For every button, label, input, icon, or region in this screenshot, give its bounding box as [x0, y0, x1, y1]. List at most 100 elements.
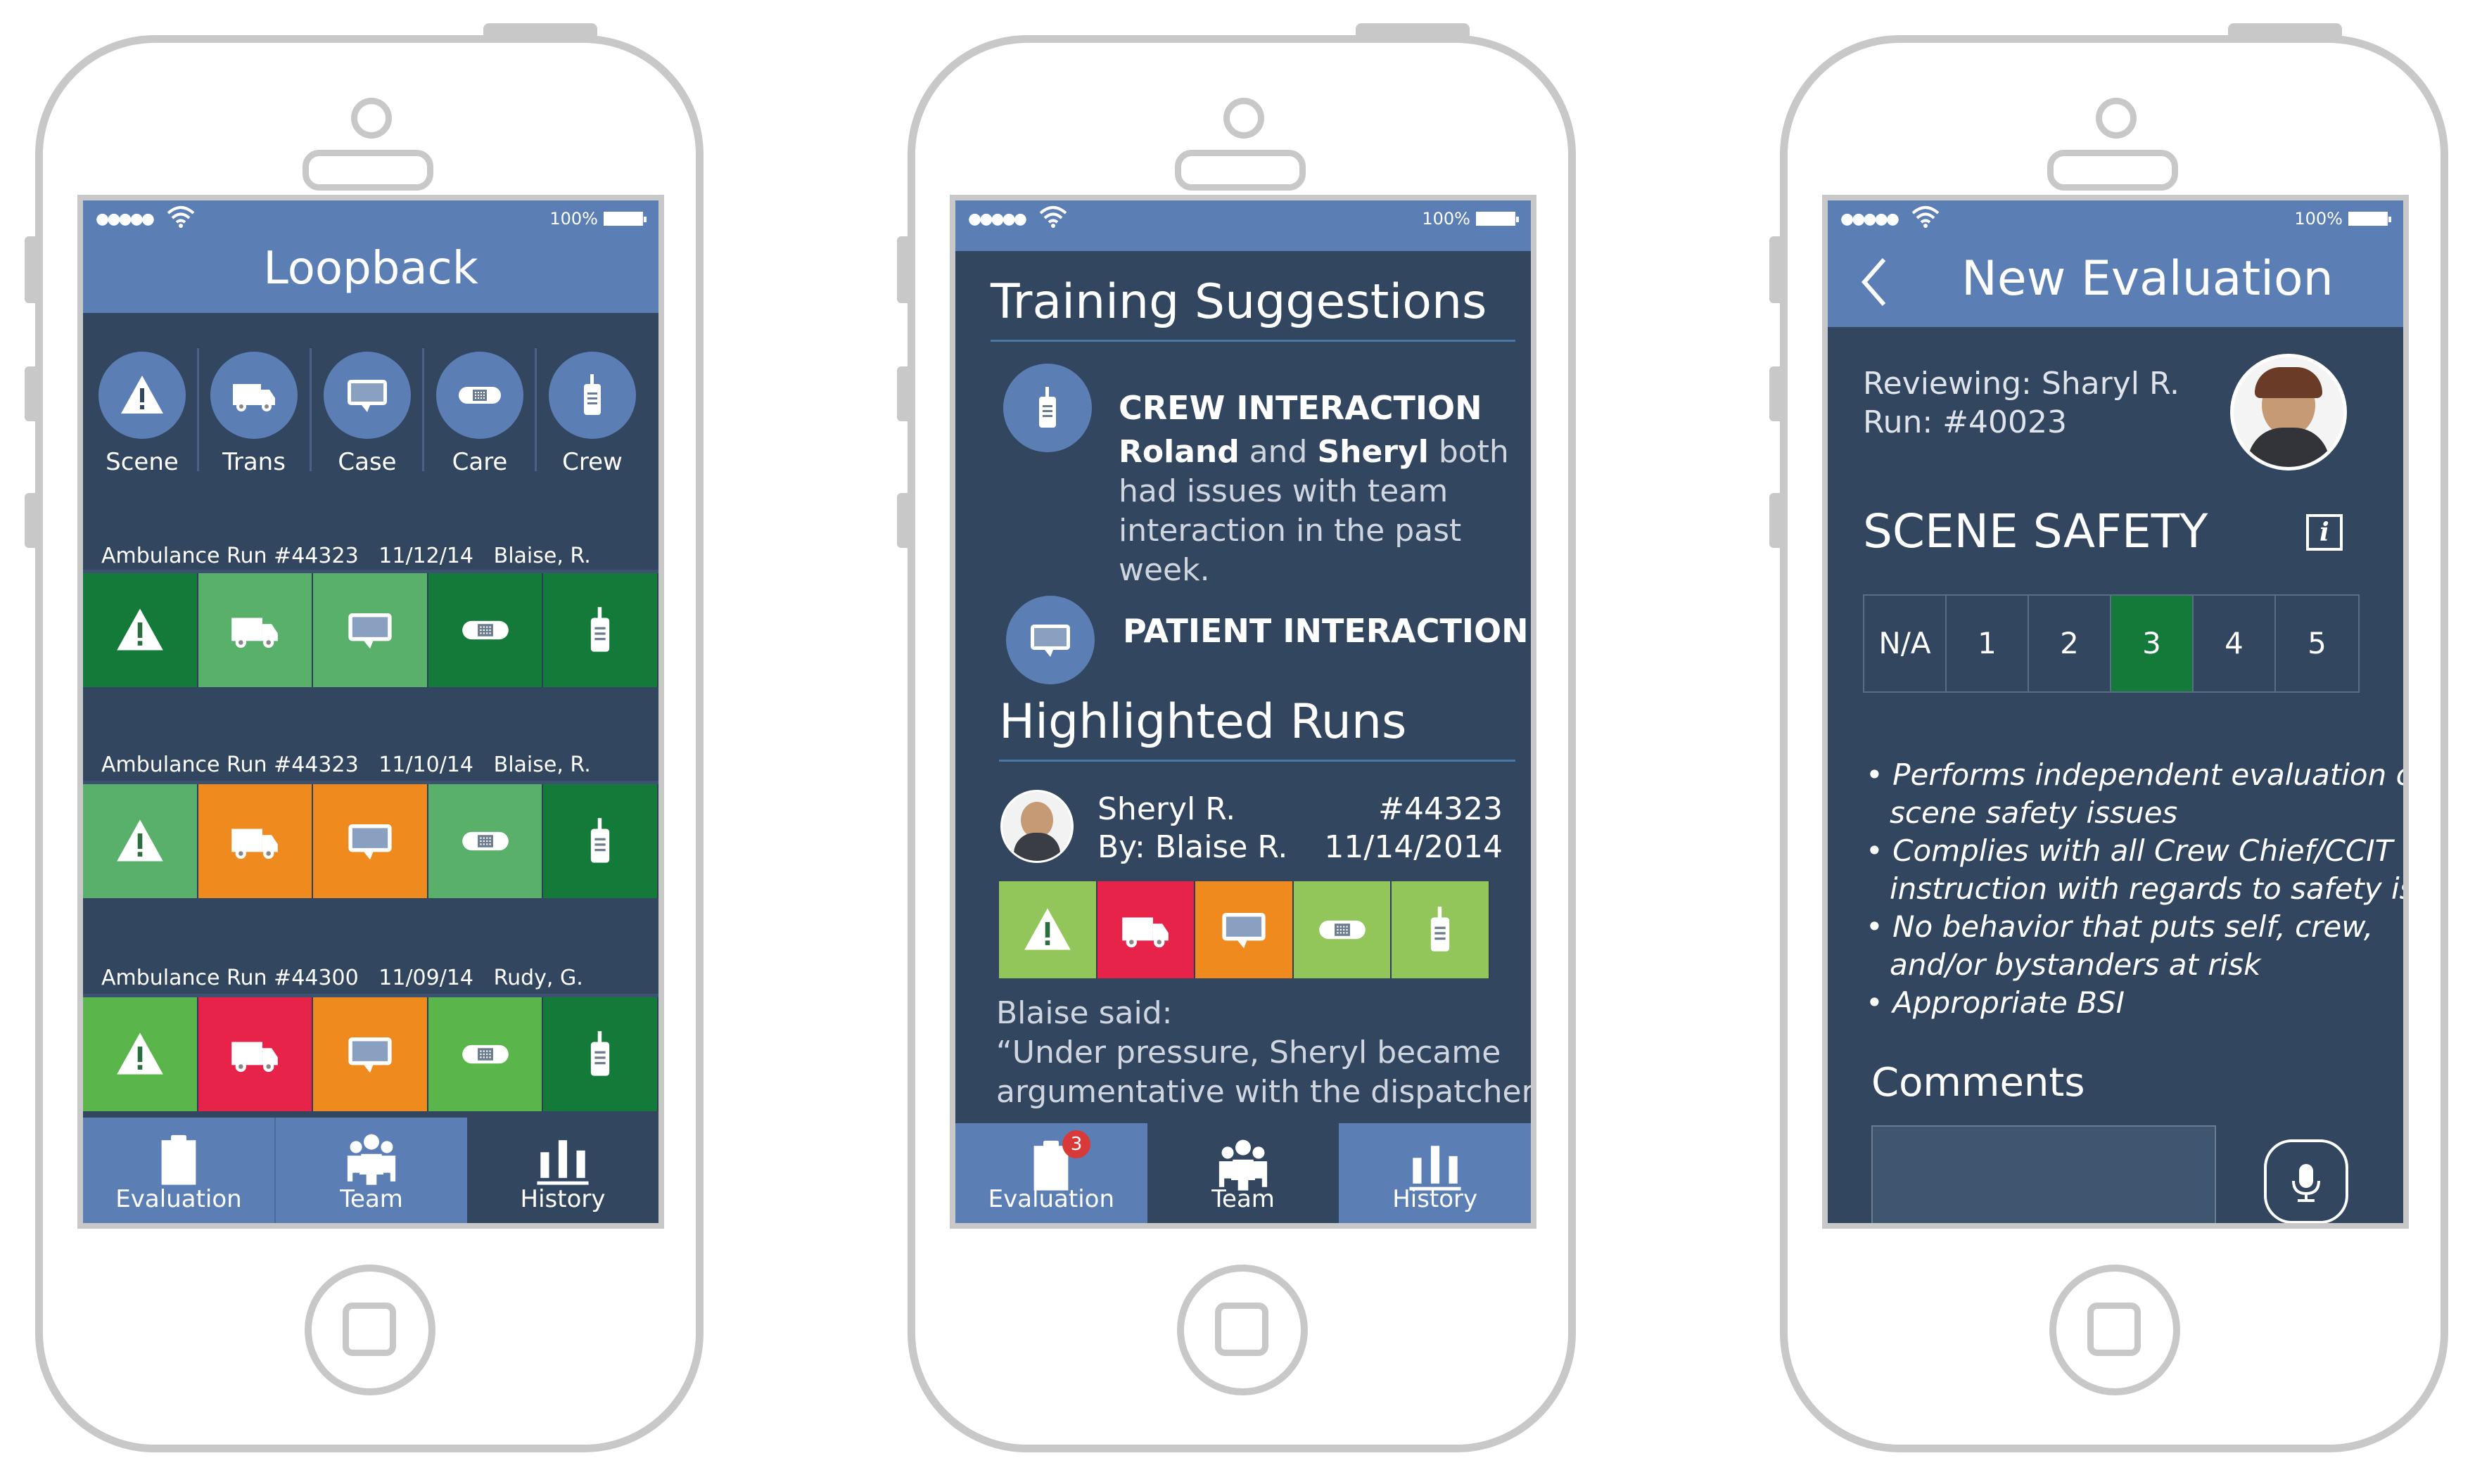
category-case-button[interactable]	[324, 352, 411, 439]
tab-bar: 3 Evaluation Team History	[955, 1123, 1531, 1223]
chevron-left-icon[interactable]	[1860, 257, 1888, 307]
bullet: •	[1866, 757, 1883, 792]
divider	[999, 760, 1515, 762]
score-cell-scene	[83, 784, 198, 898]
screen-loopback: ●●●●● 100% Loopback Scene Trans Case Car…	[77, 195, 664, 1229]
radio-icon	[1025, 385, 1070, 430]
category-trans-button[interactable]	[210, 352, 298, 439]
earpiece-speaker	[303, 150, 433, 191]
tab-bar: Evaluation Team History	[83, 1118, 658, 1223]
run-date: 11/10/14	[378, 753, 474, 777]
volume-down-button	[25, 493, 37, 548]
criteria-line: • No behavior that puts self, crew,	[1866, 909, 2373, 944]
warning-icon	[115, 1030, 165, 1079]
wifi-icon	[166, 205, 196, 229]
volume-up-button	[25, 366, 37, 421]
bar-chart-icon	[1408, 1137, 1463, 1192]
warning-icon	[115, 606, 165, 655]
category-scene-button[interactable]	[98, 352, 186, 439]
category-label: Crew	[562, 448, 623, 476]
score-cell-case	[313, 784, 428, 898]
chat-monitor-icon	[345, 817, 395, 866]
mute-switch	[1769, 236, 1782, 303]
run-header[interactable]: Ambulance Run #44323 11/10/14 Blaise, R.	[101, 753, 591, 777]
criteria-line: scene safety issues	[1890, 795, 2178, 830]
run-score-row[interactable]	[83, 784, 658, 898]
suggestion-icon	[1003, 364, 1092, 452]
avatar	[1000, 790, 1074, 863]
criteria-line: instruction with regards to safety issue…	[1890, 871, 2403, 906]
signal-dots-icon: ●●●●●	[96, 210, 155, 228]
bandage-icon	[461, 606, 510, 655]
comment-text-line: argumentative with the dispatcher	[996, 1074, 1534, 1110]
category-crew-button[interactable]	[549, 352, 636, 439]
tab-team[interactable]: Team	[1147, 1123, 1339, 1223]
rating-option-1[interactable]: 1	[1947, 596, 2029, 691]
criteria-line: • Performs independent evaluation of	[1866, 757, 2403, 792]
info-icon[interactable]: i	[2306, 514, 2343, 551]
microphone-button[interactable]	[2264, 1139, 2348, 1223]
score-cell-trans	[198, 784, 314, 898]
run-date: 11/14/2014	[1324, 829, 1503, 865]
score-cell-scene	[83, 997, 198, 1111]
radio-icon	[575, 1030, 625, 1079]
tab-history[interactable]: History	[467, 1118, 658, 1223]
rating-option-na[interactable]: N/A	[1864, 596, 1947, 691]
run-header[interactable]: Ambulance Run #44323 11/12/14 Blaise, R.	[101, 544, 591, 568]
rating-option-4[interactable]: 4	[2194, 596, 2276, 691]
warning-icon	[115, 817, 165, 866]
run-score-row[interactable]	[83, 997, 658, 1111]
run-date: 11/09/14	[378, 966, 474, 990]
tab-label: Evaluation	[115, 1185, 242, 1213]
category-label: Case	[338, 448, 397, 476]
score-cell-crew	[543, 997, 658, 1111]
run-title: Ambulance Run #44323	[101, 544, 359, 568]
bandage-icon	[461, 1030, 510, 1079]
conjunction: and	[1249, 434, 1308, 470]
comment-author: Blaise said:	[996, 995, 1173, 1031]
score-cell-case	[313, 997, 428, 1111]
bandage-icon	[1318, 905, 1367, 954]
run-score-row[interactable]	[83, 573, 658, 687]
rating-option-2[interactable]: 2	[2029, 596, 2111, 691]
page-title: New Evaluation	[1961, 251, 2334, 307]
status-bar: ●●●●● 100%	[955, 200, 1531, 231]
tab-evaluation[interactable]: Evaluation	[83, 1118, 276, 1223]
run-score-row[interactable]	[999, 881, 1490, 978]
bullet: •	[1866, 985, 1883, 1020]
home-button[interactable]	[1177, 1265, 1308, 1395]
run-header[interactable]: Ambulance Run #44300 11/09/14 Rudy, G.	[101, 966, 583, 990]
tab-team[interactable]: Team	[276, 1118, 467, 1223]
home-button[interactable]	[2049, 1265, 2180, 1395]
signal-dots-icon: ●●●●●	[968, 210, 1027, 228]
home-button[interactable]	[305, 1265, 435, 1395]
category-care-button[interactable]	[436, 352, 523, 439]
bar-chart-icon	[535, 1132, 590, 1186]
run-reviewer: Blaise, R.	[493, 753, 591, 777]
category-label: Trans	[222, 448, 286, 476]
score-cell-crew	[543, 784, 658, 898]
reviewing-text: Reviewing: Sharyl R.	[1863, 366, 2179, 402]
tab-history[interactable]: History	[1339, 1123, 1531, 1223]
status-bar: ●●●●● 100%	[83, 200, 658, 231]
suggestion-text-line: interaction in the past	[1119, 513, 1462, 549]
rating-option-5[interactable]: 5	[2276, 596, 2358, 691]
run-reviewer: By: Blaise R.	[1097, 829, 1288, 865]
front-camera	[351, 98, 392, 139]
screen-training: ●●●●● 100% Training Suggestions CREW INT…	[950, 195, 1536, 1229]
volume-up-button	[1769, 366, 1782, 421]
suggestion-title[interactable]: CREW INTERACTION	[1119, 389, 1482, 427]
score-cell-care	[428, 997, 544, 1111]
mute-switch	[25, 236, 37, 303]
comments-input[interactable]	[1871, 1125, 2216, 1223]
bullet: •	[1866, 909, 1883, 944]
score-cell-trans	[1097, 881, 1196, 978]
chat-monitor-icon	[1219, 905, 1268, 954]
suggestion-title[interactable]: PATIENT INTERACTION	[1123, 612, 1529, 650]
ambulance-icon	[230, 1030, 279, 1079]
score-cell-trans	[198, 997, 314, 1111]
bullet: •	[1866, 833, 1883, 868]
tab-evaluation[interactable]: 3 Evaluation	[955, 1123, 1147, 1223]
score-cell-care	[1293, 881, 1392, 978]
rating-option-3[interactable]: 3	[2111, 596, 2194, 691]
